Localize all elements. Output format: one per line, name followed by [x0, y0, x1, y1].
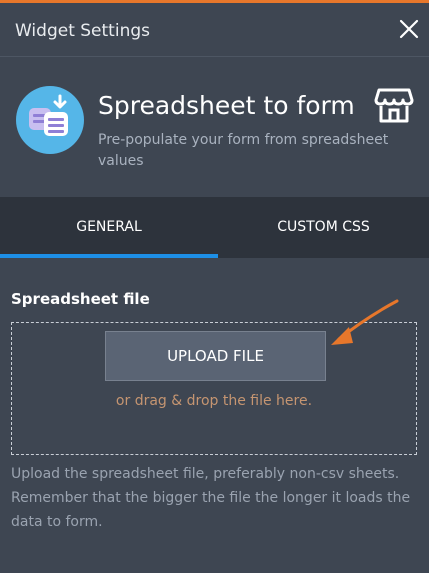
- spreadsheet-file-label: Spreadsheet file: [11, 290, 150, 308]
- upload-file-button[interactable]: UPLOAD FILE: [105, 331, 326, 381]
- widget-settings-header: Widget Settings: [0, 3, 429, 57]
- tab-custom-css[interactable]: CUSTOM CSS: [218, 197, 429, 258]
- tab-general[interactable]: GENERAL: [0, 197, 218, 258]
- close-icon: [399, 19, 419, 39]
- widget-description: Pre-populate your form from spreadsheet …: [98, 132, 389, 169]
- arrow-pointer-icon: [331, 299, 399, 345]
- store-icon[interactable]: [373, 86, 415, 126]
- active-tab-indicator: [0, 254, 218, 258]
- panel-title: Widget Settings: [15, 21, 150, 41]
- widget-info: Spreadsheet to form Pre-populate your fo…: [0, 57, 429, 197]
- spreadsheet-form-icon: [16, 86, 84, 154]
- drop-hint-text: or drag & drop the file here.: [115, 393, 313, 409]
- help-text: Upload the spreadsheet file, preferably …: [11, 466, 411, 530]
- widget-title: Spreadsheet to form: [98, 91, 355, 120]
- close-button[interactable]: [397, 17, 421, 41]
- settings-tabs: GENERAL CUSTOM CSS: [0, 197, 429, 258]
